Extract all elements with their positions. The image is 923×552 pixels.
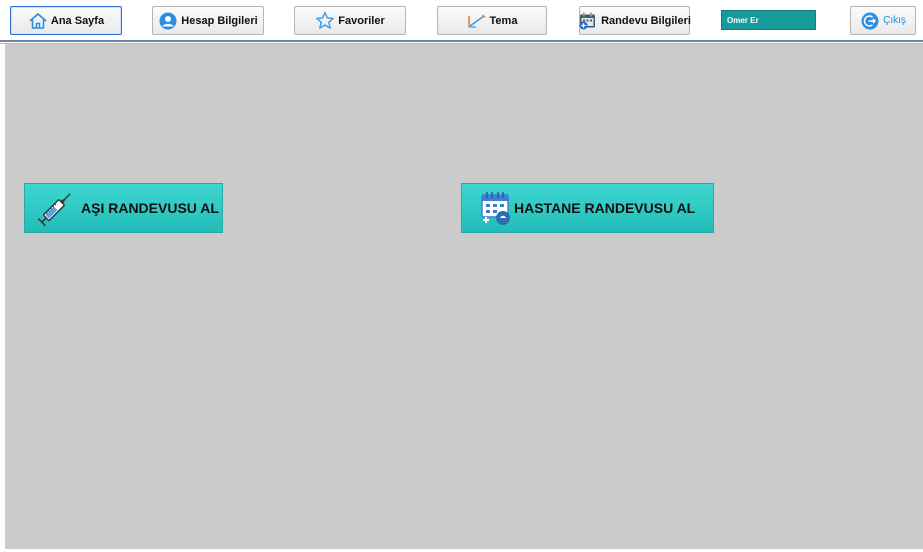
- home-icon: [28, 11, 48, 31]
- nav-theme-label: Tema: [489, 14, 518, 27]
- nav-home-button[interactable]: Ana Sayfa: [10, 6, 122, 35]
- hospital-appointment-button[interactable]: HASTANE RANDEVUSU AL: [461, 183, 714, 233]
- nav-home-label: Ana Sayfa: [50, 14, 105, 27]
- user-name: Omer Er: [727, 16, 759, 25]
- syringe-icon: [31, 185, 81, 231]
- user-icon: [158, 11, 178, 31]
- nav-appointments-label: Randevu Bilgileri: [601, 14, 691, 27]
- star-icon: [315, 11, 335, 31]
- app-window: Ana Sayfa Hesap Bilgileri Favoriler Tema…: [0, 0, 923, 552]
- user-name-display: Omer Er: [721, 10, 816, 30]
- vaccine-appointment-button[interactable]: AŞI RANDEVUSU AL: [24, 183, 223, 233]
- exit-button[interactable]: Çıkış: [850, 6, 916, 35]
- brush-icon: [467, 11, 487, 31]
- nav-account-button[interactable]: Hesap Bilgileri: [152, 6, 264, 35]
- nav-favorites-button[interactable]: Favoriler: [294, 6, 406, 35]
- nav-appointments-button[interactable]: Randevu Bilgileri: [578, 6, 691, 35]
- hospital-calendar-icon: [476, 188, 514, 228]
- logout-icon: [860, 11, 880, 31]
- hospital-appointment-label: HASTANE RANDEVUSU AL: [514, 200, 696, 216]
- exit-label: Çıkış: [883, 15, 906, 26]
- nav-account-label: Hesap Bilgileri: [181, 14, 258, 27]
- main-content-area: AŞI RANDEVUSU AL HASTANE RANDEVUSU AL: [5, 44, 923, 549]
- nav-theme-button[interactable]: Tema: [437, 6, 547, 35]
- calendar-icon: [578, 11, 598, 31]
- vaccine-appointment-label: AŞI RANDEVUSU AL: [81, 200, 219, 216]
- nav-favorites-label: Favoriler: [338, 14, 385, 27]
- top-navigation-bar: Ana Sayfa Hesap Bilgileri Favoriler Tema…: [0, 0, 923, 40]
